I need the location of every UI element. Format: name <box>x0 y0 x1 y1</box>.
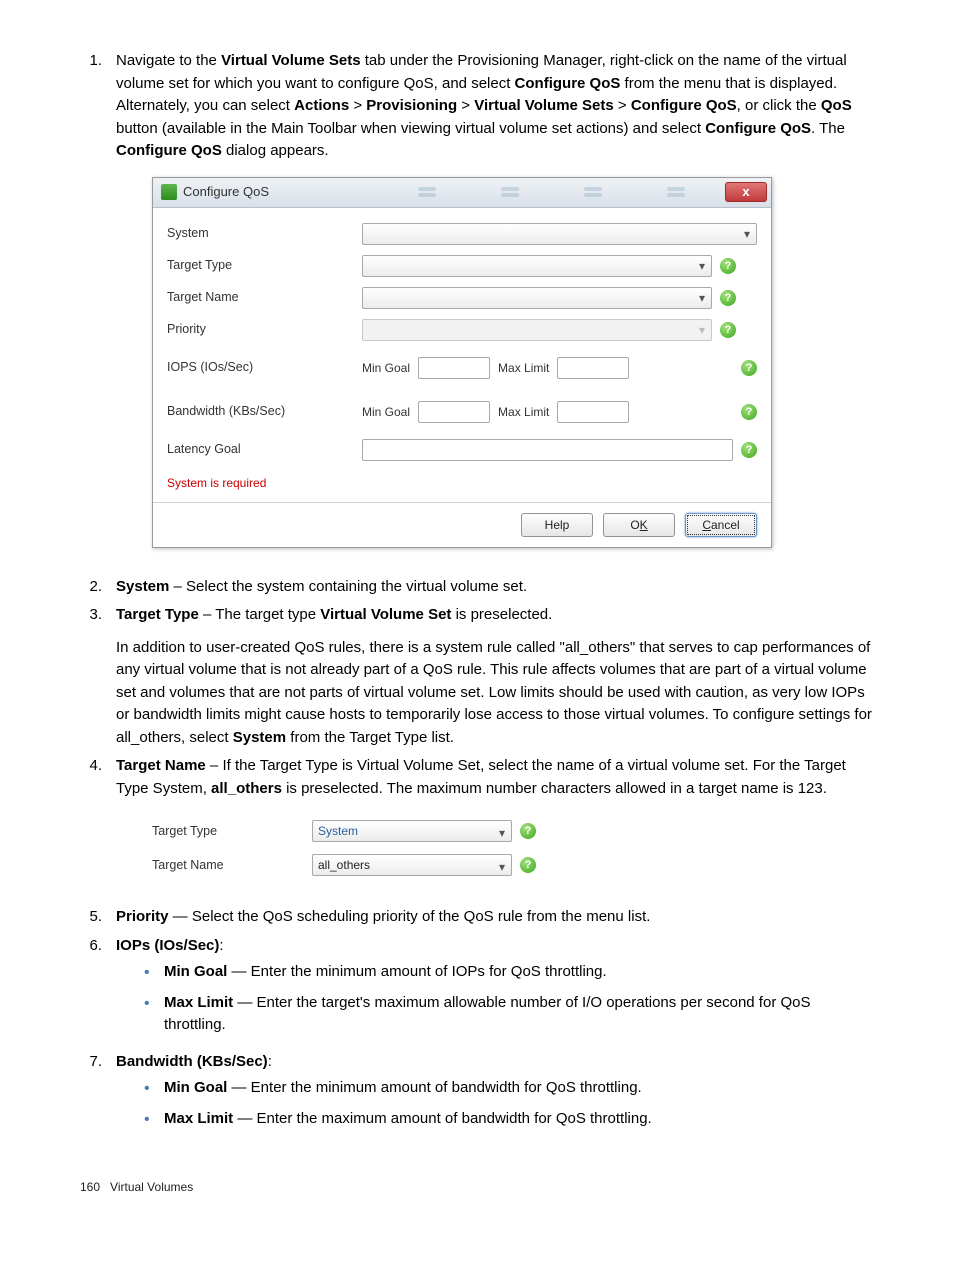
label-priority: Priority <box>167 320 362 339</box>
help-icon[interactable] <box>741 442 757 458</box>
help-icon[interactable] <box>741 404 757 420</box>
help-icon[interactable] <box>720 258 736 274</box>
label-latency: Latency Goal <box>167 440 362 459</box>
label-min-goal: Min Goal <box>362 359 410 377</box>
help-icon[interactable] <box>520 823 536 839</box>
label-target-type: Target Type <box>167 256 362 275</box>
system-combo[interactable] <box>362 223 757 245</box>
step-6-text: IOPs (IOs/Sec): Min Goal — Enter the min… <box>116 935 874 1045</box>
close-button[interactable]: x <box>725 182 767 202</box>
validation-error: System is required <box>167 466 757 496</box>
cancel-button[interactable]: Cancel <box>685 513 757 537</box>
label-max-limit: Max Limit <box>498 359 549 377</box>
page-footer: 160 Virtual Volumes <box>80 1178 874 1196</box>
step-2-text: System – Select the system containing th… <box>116 576 874 599</box>
step-number: 3. <box>80 604 116 749</box>
label-target-name: Target Name <box>152 856 312 875</box>
step-number: 7. <box>80 1051 116 1139</box>
row-priority: Priority <box>167 314 757 346</box>
step-number: 6. <box>80 935 116 1045</box>
row-latency: Latency Goal <box>167 434 757 466</box>
ok-button[interactable]: OK <box>603 513 675 537</box>
target-type-combo[interactable] <box>362 255 712 277</box>
step-4-text: Target Name – If the Target Type is Virt… <box>116 755 874 900</box>
help-button[interactable]: Help <box>521 513 593 537</box>
titlebar-decoration <box>418 187 725 197</box>
target-name-combo[interactable]: all_others <box>312 854 512 876</box>
target-name-combo[interactable] <box>362 287 712 309</box>
page-number: 160 <box>80 1180 100 1194</box>
step-5-text: Priority — Select the QoS scheduling pri… <box>116 906 874 929</box>
row-target-type: Target Type <box>167 250 757 282</box>
latency-input[interactable] <box>362 439 733 461</box>
list-item: Max Limit — Enter the target's maximum a… <box>144 992 874 1037</box>
help-icon[interactable] <box>720 290 736 306</box>
list-item: Min Goal — Enter the minimum amount of b… <box>144 1077 874 1100</box>
bw-max-input[interactable] <box>557 401 629 423</box>
help-icon[interactable] <box>520 857 536 873</box>
target-selection-snippet: Target Type System Target Name all_other… <box>152 814 562 882</box>
label-bandwidth: Bandwidth (KBs/Sec) <box>167 402 362 421</box>
iops-min-input[interactable] <box>418 357 490 379</box>
label-system: System <box>167 224 362 243</box>
list-item: Min Goal — Enter the minimum amount of I… <box>144 961 874 984</box>
help-icon[interactable] <box>741 360 757 376</box>
label-target-type: Target Type <box>152 822 312 841</box>
step-3-text: Target Type – The target type Virtual Vo… <box>116 604 874 749</box>
target-type-combo[interactable]: System <box>312 820 512 842</box>
iops-max-input[interactable] <box>557 357 629 379</box>
list-item: Max Limit — Enter the maximum amount of … <box>144 1108 874 1131</box>
row-system: System <box>167 218 757 250</box>
step-7-text: Bandwidth (KBs/Sec): Min Goal — Enter th… <box>116 1051 874 1139</box>
bw-min-input[interactable] <box>418 401 490 423</box>
step-number: 2. <box>80 576 116 599</box>
section-title: Virtual Volumes <box>110 1180 193 1194</box>
label-min-goal: Min Goal <box>362 403 410 421</box>
row-target-name: Target Name <box>167 282 757 314</box>
help-icon[interactable] <box>720 322 736 338</box>
dialog-title: Configure QoS <box>183 182 418 202</box>
label-iops: IOPS (IOs/Sec) <box>167 358 362 377</box>
step-number: 1. <box>80 50 116 570</box>
row-bandwidth: Bandwidth (KBs/Sec) Min Goal Max Limit <box>167 390 757 434</box>
label-max-limit: Max Limit <box>498 403 549 421</box>
label-target-name: Target Name <box>167 288 362 307</box>
row-iops: IOPS (IOs/Sec) Min Goal Max Limit <box>167 346 757 390</box>
step-1-text: Navigate to the Virtual Volume Sets tab … <box>116 50 874 570</box>
dialog-titlebar[interactable]: Configure QoS x <box>153 178 771 208</box>
priority-combo[interactable] <box>362 319 712 341</box>
app-icon <box>161 184 177 200</box>
step-number: 5. <box>80 906 116 929</box>
step-number: 4. <box>80 755 116 900</box>
configure-qos-dialog: Configure QoS x System Target Type <box>152 177 772 548</box>
